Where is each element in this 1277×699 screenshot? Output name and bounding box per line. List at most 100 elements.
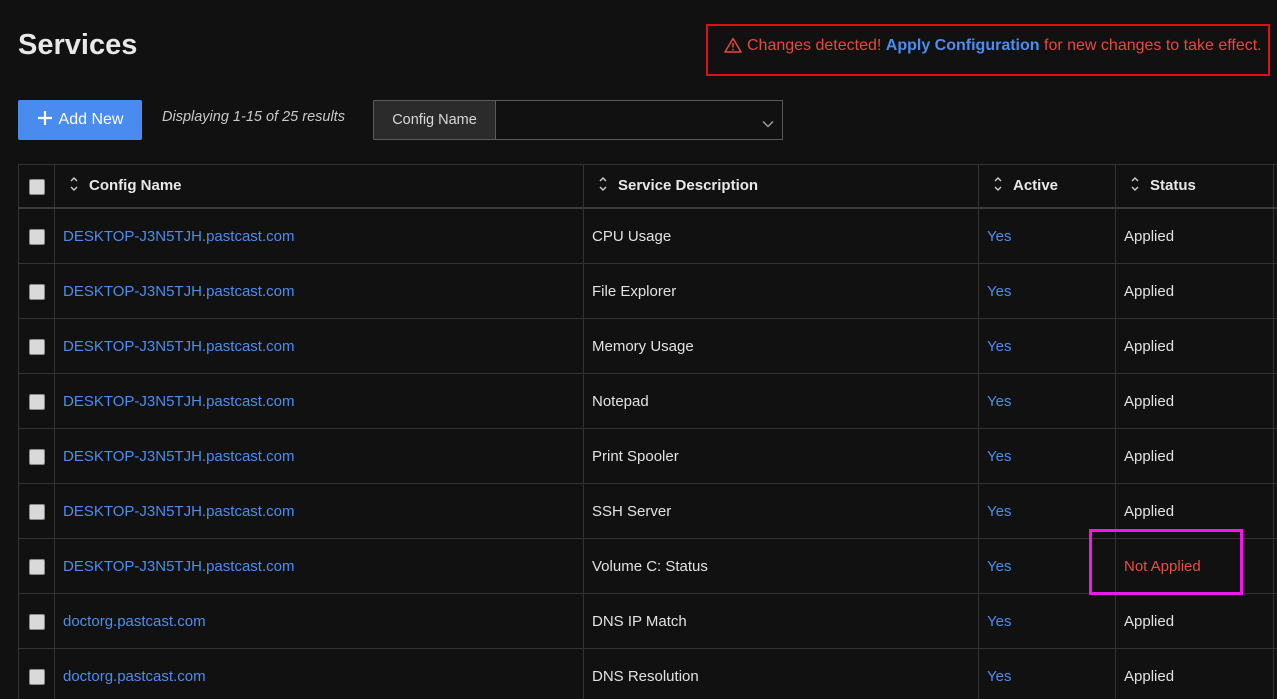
sort-icon <box>1130 175 1140 197</box>
row-checkbox-cell <box>18 207 55 264</box>
add-new-label: Add New <box>58 111 124 128</box>
row-checkbox-cell <box>18 593 55 649</box>
active-value: Yes <box>987 667 1012 685</box>
table-row: DESKTOP-J3N5TJH.pastcast.com Print Spool… <box>18 428 1277 484</box>
column-header-service-description[interactable]: Service Description <box>583 164 979 209</box>
table-row: DESKTOP-J3N5TJH.pastcast.com Notepad Yes… <box>18 373 1277 429</box>
apply-configuration-link[interactable]: Apply Configuration <box>886 37 1040 54</box>
status-value-not-applied: Not Applied <box>1124 557 1201 575</box>
row-checkbox[interactable] <box>28 503 45 520</box>
row-checkbox-cell <box>18 263 55 319</box>
active-value: Yes <box>987 337 1012 355</box>
config-name-filter-select[interactable] <box>495 100 783 140</box>
table-row: doctorg.pastcast.com DNS IP Match Yes Ap… <box>18 593 1277 649</box>
service-description: CPU Usage <box>583 207 979 264</box>
column-label-status: Status <box>1150 177 1196 194</box>
status-value: Applied <box>1124 282 1175 300</box>
table-row: DESKTOP-J3N5TJH.pastcast.com CPU Usage Y… <box>18 207 1277 264</box>
column-header-overflow <box>1273 164 1277 209</box>
service-description: Notepad <box>583 373 979 429</box>
column-header-active[interactable]: Active <box>978 164 1116 209</box>
overflow-cell <box>1273 318 1277 374</box>
row-checkbox[interactable] <box>28 228 45 245</box>
plus-icon <box>37 110 53 131</box>
row-checkbox-cell <box>18 428 55 484</box>
overflow-cell <box>1273 538 1277 594</box>
table-row: DESKTOP-J3N5TJH.pastcast.com SSH Server … <box>18 483 1277 539</box>
service-description: File Explorer <box>583 263 979 319</box>
page-title: Services <box>18 29 138 61</box>
column-label-service-description: Service Description <box>618 177 759 194</box>
row-checkbox-cell <box>18 373 55 429</box>
select-all-checkbox[interactable] <box>28 178 45 195</box>
table-header-row: Config Name Service Description Active S… <box>18 164 1277 209</box>
service-description: DNS IP Match <box>583 593 979 649</box>
sort-icon <box>69 175 79 197</box>
status-value: Applied <box>1124 337 1175 355</box>
row-checkbox-cell <box>18 318 55 374</box>
alert-prefix-text: Changes detected! <box>747 37 882 54</box>
overflow-cell <box>1273 263 1277 319</box>
overflow-cell <box>1273 207 1277 264</box>
services-table-wrapper: Config Name Service Description Active S… <box>18 164 1277 699</box>
active-value: Yes <box>987 282 1012 300</box>
service-description: DNS Resolution <box>583 648 979 699</box>
select-all-cell <box>18 164 55 209</box>
overflow-cell <box>1273 373 1277 429</box>
config-name-link[interactable]: DESKTOP-J3N5TJH.pastcast.com <box>63 393 294 410</box>
column-header-config-name[interactable]: Config Name <box>54 164 584 209</box>
config-name-link[interactable]: doctorg.pastcast.com <box>63 613 206 630</box>
row-checkbox[interactable] <box>28 448 45 465</box>
warning-icon <box>724 37 742 59</box>
chevron-down-icon <box>762 115 774 133</box>
config-name-link[interactable]: DESKTOP-J3N5TJH.pastcast.com <box>63 338 294 355</box>
column-header-status[interactable]: Status <box>1115 164 1274 209</box>
sort-icon <box>993 175 1003 197</box>
service-description: SSH Server <box>583 483 979 539</box>
row-checkbox[interactable] <box>28 338 45 355</box>
overflow-cell <box>1273 648 1277 699</box>
table-row: DESKTOP-J3N5TJH.pastcast.com Memory Usag… <box>18 318 1277 374</box>
status-value: Applied <box>1124 227 1175 245</box>
sort-icon <box>598 175 608 197</box>
config-name-filter-label: Config Name <box>373 100 496 140</box>
row-checkbox[interactable] <box>28 668 45 685</box>
table-row: DESKTOP-J3N5TJH.pastcast.com Volume C: S… <box>18 538 1277 594</box>
alert-suffix-text: for new changes to take effect. <box>1044 37 1262 54</box>
row-checkbox-cell <box>18 483 55 539</box>
column-label-active: Active <box>1013 177 1059 194</box>
row-checkbox[interactable] <box>28 393 45 410</box>
config-name-link[interactable]: DESKTOP-J3N5TJH.pastcast.com <box>63 448 294 465</box>
config-name-link[interactable]: DESKTOP-J3N5TJH.pastcast.com <box>63 283 294 300</box>
status-value: Applied <box>1124 447 1175 465</box>
overflow-cell <box>1273 483 1277 539</box>
active-value: Yes <box>987 502 1012 520</box>
changes-alert: Changes detected! Apply Configuration fo… <box>724 36 1262 59</box>
overflow-cell <box>1273 593 1277 649</box>
active-value: Yes <box>987 392 1012 410</box>
results-count: Displaying 1-15 of 25 results <box>162 109 345 125</box>
add-new-button[interactable]: Add New <box>18 100 142 140</box>
row-checkbox[interactable] <box>28 283 45 300</box>
services-table: Config Name Service Description Active S… <box>18 164 1277 699</box>
status-value: Applied <box>1124 612 1175 630</box>
row-checkbox[interactable] <box>28 613 45 630</box>
service-description: Volume C: Status <box>583 538 979 594</box>
service-description: Print Spooler <box>583 428 979 484</box>
row-checkbox-cell <box>18 648 55 699</box>
active-value: Yes <box>987 612 1012 630</box>
config-name-link[interactable]: doctorg.pastcast.com <box>63 668 206 685</box>
row-checkbox-cell <box>18 538 55 594</box>
config-name-link[interactable]: DESKTOP-J3N5TJH.pastcast.com <box>63 558 294 575</box>
services-page: Services Changes detected! Apply Configu… <box>0 0 1277 699</box>
status-value: Applied <box>1124 667 1175 685</box>
config-name-link[interactable]: DESKTOP-J3N5TJH.pastcast.com <box>63 228 294 245</box>
column-label-config-name: Config Name <box>89 177 182 194</box>
table-row: DESKTOP-J3N5TJH.pastcast.com File Explor… <box>18 263 1277 319</box>
active-value: Yes <box>987 557 1012 575</box>
status-value: Applied <box>1124 502 1175 520</box>
overflow-cell <box>1273 428 1277 484</box>
active-value: Yes <box>987 227 1012 245</box>
row-checkbox[interactable] <box>28 558 45 575</box>
config-name-link[interactable]: DESKTOP-J3N5TJH.pastcast.com <box>63 503 294 520</box>
